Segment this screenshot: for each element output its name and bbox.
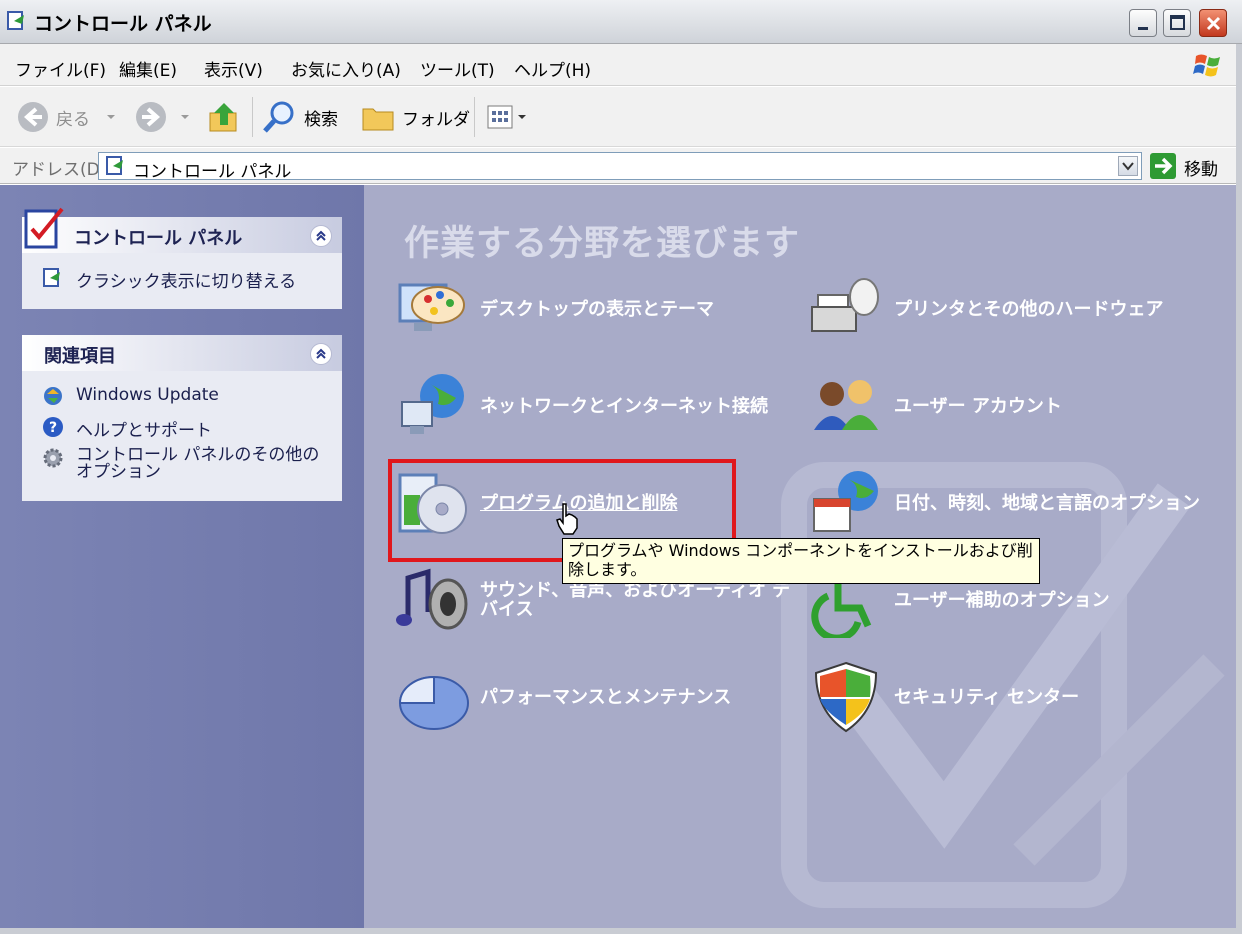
category-label: パフォーマンスとメンテナンス bbox=[480, 686, 732, 708]
switch-classic-view-link[interactable]: クラシック表示に切り替える bbox=[42, 267, 296, 292]
task-pane: コントロール パネル クラシック表示に切り替える 関連項目 Windows Up… bbox=[0, 185, 364, 934]
chevron-up-icon bbox=[316, 348, 326, 359]
go-button[interactable] bbox=[1150, 153, 1176, 179]
panel-header[interactable]: 関連項目 bbox=[22, 335, 342, 371]
collapse-button[interactable] bbox=[310, 343, 332, 365]
view-grid-icon bbox=[487, 105, 513, 129]
other-options-link[interactable]: コントロール パネルのその他のオプション bbox=[42, 447, 334, 481]
menu-edit[interactable]: 編集(E) bbox=[119, 56, 177, 81]
close-button[interactable] bbox=[1199, 9, 1227, 37]
menu-favorites[interactable]: お気に入り(A) bbox=[291, 56, 401, 81]
category-printers-hardware[interactable]: プリンタとその他のハードウェア bbox=[808, 271, 1163, 347]
chevron-down-icon bbox=[1122, 162, 1134, 171]
window-frame-right bbox=[1236, 44, 1242, 934]
chevron-down-icon bbox=[518, 115, 526, 119]
desktop-theme-icon bbox=[398, 283, 465, 331]
address-bar: アドレス(D) コントロール パネル 移動 bbox=[0, 148, 1242, 184]
category-label: ネットワークとインターネット接続 bbox=[480, 395, 768, 417]
category-label: ユーザー アカウント bbox=[894, 395, 1062, 417]
panel-title: コントロール パネル bbox=[74, 228, 243, 249]
window-frame-bottom bbox=[0, 928, 1242, 934]
performance-icon bbox=[398, 675, 469, 730]
panel-title: 関連項目 bbox=[44, 346, 116, 367]
hand-cursor-icon bbox=[556, 503, 578, 535]
minimize-icon bbox=[1138, 27, 1148, 30]
svg-text:?: ? bbox=[49, 420, 57, 436]
category-date-time-region[interactable]: 日付、時刻、地域と言語のオプション bbox=[808, 465, 1200, 541]
category-desktop-themes[interactable]: デスクトップの表示とテーマ bbox=[394, 271, 714, 347]
menu-view[interactable]: 表示(V) bbox=[204, 56, 263, 81]
user-accounts-icon bbox=[814, 380, 878, 430]
windows-logo-icon bbox=[1193, 54, 1220, 77]
chevron-down-icon bbox=[107, 115, 115, 119]
category-label: プリンタとその他のハードウェア bbox=[894, 298, 1164, 320]
folders-label: フォルダ bbox=[402, 109, 470, 130]
back-button[interactable]: 戻る bbox=[16, 97, 118, 137]
date-time-region-icon bbox=[813, 471, 878, 532]
switch-classic-view-label: クラシック表示に切り替える bbox=[76, 272, 297, 292]
menu-bar: ファイル(F) 編集(E) 表示(V) お気に入り(A) ツール(T) ヘルプ(… bbox=[0, 44, 1242, 86]
title-bar[interactable]: コントロール パネル bbox=[0, 0, 1242, 44]
close-icon bbox=[1206, 16, 1221, 31]
search-button[interactable]: 検索 bbox=[262, 97, 338, 137]
category-label: ユーザー補助のオプション bbox=[894, 589, 1110, 611]
windows-update-label: Windows Update bbox=[76, 385, 219, 405]
tooltip: プログラムや Windows コンポーネントをインストールおよび削除します。 bbox=[562, 538, 1040, 584]
network-icon bbox=[401, 374, 464, 434]
category-label: セキュリティ センター bbox=[894, 686, 1080, 708]
chevron-up-icon bbox=[316, 230, 326, 241]
back-label: 戻る bbox=[56, 109, 90, 130]
search-label: 検索 bbox=[304, 109, 338, 130]
help-support-label: ヘルプとサポート bbox=[76, 421, 212, 441]
go-arrow-icon bbox=[1155, 157, 1173, 175]
minimize-button[interactable] bbox=[1129, 9, 1157, 37]
forward-arrow-icon bbox=[136, 102, 166, 132]
printer-icon bbox=[811, 278, 879, 332]
maximize-button[interactable] bbox=[1163, 9, 1191, 37]
category-label: デスクトップの表示とテーマ bbox=[480, 298, 714, 320]
control-panel-large-icon bbox=[24, 207, 64, 249]
address-dropdown-button[interactable] bbox=[1118, 156, 1138, 176]
category-performance-maintenance[interactable]: パフォーマンスとメンテナンス bbox=[394, 659, 731, 735]
maximize-icon bbox=[1170, 15, 1185, 30]
related-topics-box: 関連項目 Windows Update ? ヘルプとサポート コントロール パネ… bbox=[22, 335, 342, 501]
search-icon bbox=[263, 101, 294, 133]
category-security-center[interactable]: セキュリティ センター bbox=[808, 659, 1079, 735]
page-heading: 作業する分野を選びます bbox=[404, 224, 801, 264]
chevron-down-icon bbox=[181, 115, 189, 119]
gear-icon bbox=[43, 448, 63, 468]
menu-file[interactable]: ファイル(F) bbox=[15, 56, 106, 81]
folders-button[interactable]: フォルダ bbox=[360, 97, 470, 137]
category-user-accounts[interactable]: ユーザー アカウント bbox=[808, 368, 1062, 444]
security-center-icon bbox=[814, 661, 878, 733]
toolbar: 戻る 検索 フォルダ bbox=[0, 87, 1242, 147]
address-value: コントロール パネル bbox=[133, 162, 292, 182]
other-options-label: コントロール パネルのその他のオプション bbox=[76, 445, 320, 482]
menu-help[interactable]: ヘルプ(H) bbox=[514, 56, 591, 81]
help-support-link[interactable]: ? ヘルプとサポート bbox=[42, 416, 212, 441]
menu-tools[interactable]: ツール(T) bbox=[420, 56, 495, 81]
collapse-button[interactable] bbox=[310, 225, 332, 247]
control-panel-icon bbox=[106, 156, 123, 175]
category-label: サウンド、音声、およびオーディオ デバイス bbox=[480, 580, 791, 620]
address-label: アドレス(D) bbox=[12, 160, 107, 180]
sound-icon bbox=[396, 568, 468, 630]
forward-button[interactable] bbox=[134, 97, 192, 137]
category-network-internet[interactable]: ネットワークとインターネット接続 bbox=[394, 368, 768, 444]
category-label: 日付、時刻、地域と言語のオプション bbox=[894, 492, 1200, 514]
up-folder-icon bbox=[209, 103, 237, 132]
up-folder-button[interactable] bbox=[206, 97, 242, 137]
go-label[interactable]: 移動 bbox=[1184, 155, 1218, 180]
views-button[interactable] bbox=[486, 97, 528, 137]
windows-update-link[interactable]: Windows Update bbox=[42, 385, 219, 407]
windows-update-icon bbox=[44, 387, 62, 405]
address-input[interactable]: コントロール パネル bbox=[98, 152, 1142, 182]
window-title: コントロール パネル bbox=[34, 13, 212, 35]
help-icon: ? bbox=[43, 417, 63, 437]
control-panel-icon bbox=[7, 11, 24, 30]
folder-icon bbox=[362, 108, 394, 131]
back-arrow-icon bbox=[18, 102, 48, 132]
control-panel-icon bbox=[43, 268, 60, 287]
